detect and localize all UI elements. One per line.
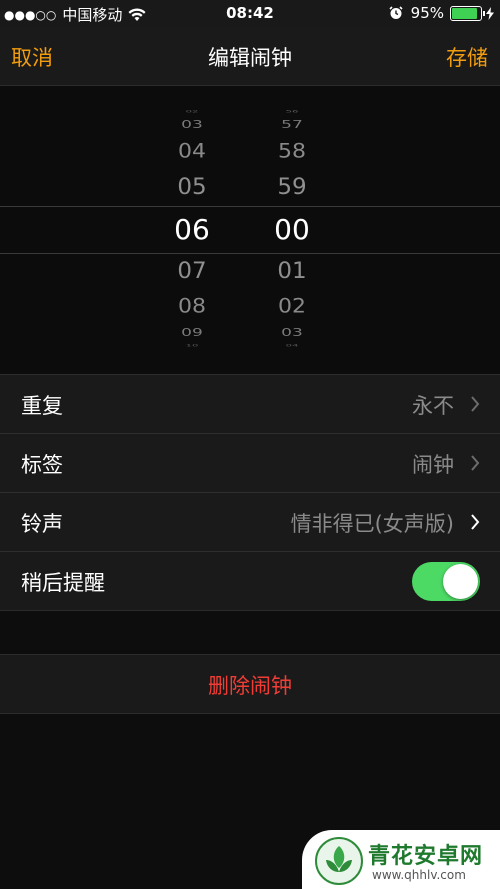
- watermark-url: www.qhhlv.com: [372, 868, 466, 882]
- status-right: 95%: [389, 4, 494, 22]
- minute-option[interactable]: 03: [252, 328, 332, 338]
- minute-option[interactable]: 58: [252, 142, 332, 161]
- delete-alarm-button[interactable]: 删除闹钟: [0, 654, 500, 714]
- delete-alarm-label: 删除闹钟: [208, 674, 292, 698]
- sound-row[interactable]: 铃声 情非得已(女声版): [0, 493, 500, 552]
- label-value: 闹钟: [412, 453, 454, 477]
- hour-option[interactable]: 09: [152, 328, 232, 338]
- battery-icon: [450, 5, 485, 21]
- sound-label: 铃声: [21, 512, 63, 536]
- minute-option[interactable]: 59: [252, 175, 332, 198]
- chevron-right-icon: [471, 455, 480, 471]
- minute-option[interactable]: 56: [252, 110, 332, 114]
- status-bar: ●●●○○ 中国移动 08:42 95%: [0, 0, 500, 28]
- repeat-label: 重复: [21, 394, 63, 418]
- minute-option[interactable]: 57: [252, 120, 332, 130]
- alarm-settings-list: 重复 永不 标签 闹钟 铃声 情非得已(女声版) 稍后提醒: [0, 374, 500, 611]
- minute-wheel[interactable]: 56 57 58 59 00 01 02 03 04: [252, 86, 332, 374]
- minute-option[interactable]: 02: [252, 297, 332, 316]
- snooze-label: 稍后提醒: [21, 571, 105, 595]
- nav-bar: 取消 编辑闹钟 存储: [0, 28, 500, 86]
- sound-value: 情非得已(女声版): [290, 512, 454, 536]
- repeat-value: 永不: [412, 394, 454, 418]
- hour-wheel[interactable]: 02 03 04 05 06 07 08 09 10: [152, 86, 232, 374]
- picker-selection-band: [0, 206, 500, 254]
- snooze-toggle[interactable]: [412, 562, 480, 601]
- hour-option[interactable]: 05: [152, 175, 232, 198]
- hour-option[interactable]: 08: [152, 297, 232, 316]
- bolt-icon: [486, 6, 494, 20]
- minute-option[interactable]: 01: [252, 259, 332, 282]
- battery-percent: 95%: [410, 4, 444, 22]
- time-picker: 02 03 04 05 06 07 08 09 10 56 57 58 59 00 01 02 03 04: [0, 86, 500, 374]
- hour-option[interactable]: 03: [152, 120, 232, 130]
- label-row[interactable]: 标签 闹钟: [0, 434, 500, 493]
- snooze-row: 稍后提醒: [0, 552, 500, 611]
- watermark: 青花安卓网 www.qhhlv.com: [302, 830, 500, 889]
- alarm-clock-icon: [389, 6, 403, 19]
- chevron-right-icon: [471, 396, 480, 412]
- watermark-logo-icon: [315, 837, 363, 885]
- minute-option[interactable]: 00: [252, 216, 332, 244]
- repeat-row[interactable]: 重复 永不: [0, 375, 500, 434]
- toggle-knob: [443, 564, 478, 599]
- minute-option[interactable]: 04: [252, 344, 332, 348]
- hour-option[interactable]: 04: [152, 142, 232, 161]
- hour-option[interactable]: 02: [152, 110, 232, 114]
- hour-option[interactable]: 06: [152, 216, 232, 244]
- battery-level: [452, 7, 477, 19]
- hour-option[interactable]: 07: [152, 259, 232, 282]
- chevron-right-icon: [471, 514, 480, 530]
- label-label: 标签: [21, 453, 63, 477]
- hour-option[interactable]: 10: [152, 344, 232, 348]
- save-button[interactable]: 存储: [446, 42, 488, 72]
- page-title: 编辑闹钟: [208, 46, 292, 70]
- watermark-text: 青花安卓网: [368, 844, 484, 869]
- battery-nub: [483, 10, 485, 16]
